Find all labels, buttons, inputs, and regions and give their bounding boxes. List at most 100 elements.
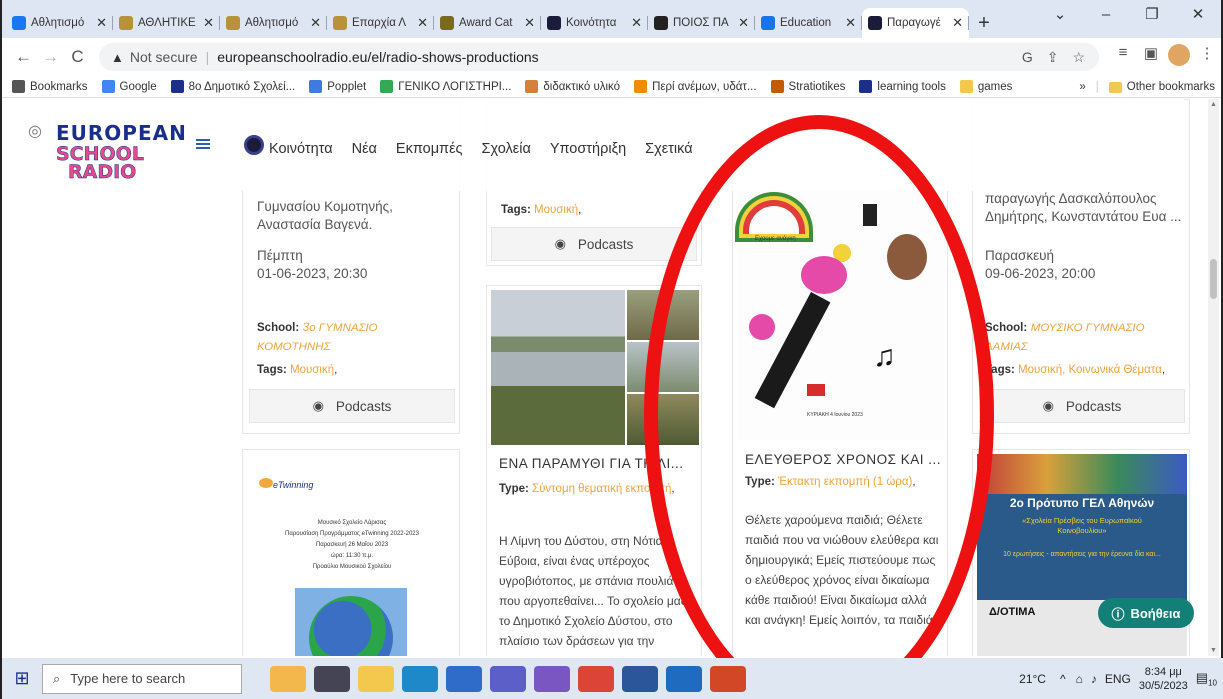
bookmark-item[interactable]: learning tools (859, 80, 946, 93)
screen: Αθλητισμό ✕ ΑΘΛΗΤΙΚΕ ✕ Αθλητισμό ✕ Επαρχία Λ ✕ A… (0, 0, 1223, 699)
bookmark-item[interactable]: Περί ανέμων, υδάτ... (634, 80, 757, 93)
accessibility-eye-off-icon[interactable]: ◎ (28, 121, 42, 141)
tab-close-icon[interactable]: ✕ (952, 15, 963, 31)
browser-tab[interactable]: ΑΘΛΗΤΙΚΕ ✕ (113, 8, 220, 38)
taskbar-search[interactable]: ⌕ Type here to search (42, 663, 242, 694)
tag-link[interactable]: Μουσική, Κοινωνικά Θέματα (1018, 364, 1162, 376)
word-icon[interactable] (622, 665, 658, 692)
bookmark-item[interactable]: games (959, 80, 1012, 93)
tab-favicon-icon (333, 16, 347, 30)
url-input[interactable]: ▲ Not secure | europeanschoolradio.eu/el… (99, 43, 1099, 71)
reload-icon[interactable]: C (64, 47, 91, 67)
url-text: europeanschoolradio.eu/el/radio-shows-pr… (217, 49, 539, 65)
show-card[interactable]: eTwinning Μουσικό Σχολείο Λάρισας Παρουσί… (242, 449, 460, 656)
search-placeholder: Type here to search (70, 671, 186, 686)
file-explorer-icon[interactable] (358, 665, 394, 692)
tab-close-icon[interactable]: ✕ (310, 15, 321, 31)
tab-search-icon[interactable]: ⌄ (1037, 0, 1083, 30)
site-logo[interactable]: EUROPEAN SCHOOL RADIO (56, 121, 186, 183)
scroll-up-icon[interactable]: ▲ (1208, 101, 1219, 108)
forward-icon[interactable]: → (37, 47, 64, 67)
volume-icon[interactable]: ♪ (1091, 672, 1097, 686)
teams-icon[interactable] (490, 665, 526, 692)
etwinning-mark (259, 478, 273, 488)
browser-tab[interactable]: Κοινότητα ✕ (541, 8, 648, 38)
tab-close-icon[interactable]: ✕ (203, 15, 214, 31)
lang-indicator[interactable]: ENG (1105, 672, 1131, 686)
page-scrollbar[interactable]: ▲ ▼ (1208, 99, 1219, 656)
podcasts-button[interactable]: ◉ Podcasts (249, 389, 455, 423)
new-tab-button[interactable]: + (969, 8, 999, 38)
viber-icon[interactable] (534, 665, 570, 692)
chrome-icon[interactable] (578, 665, 614, 692)
tag-link[interactable]: Μουσική (534, 204, 578, 216)
poster-title: 2ο Πρότυπο ΓΕΛ Αθηνών (1009, 496, 1155, 510)
edge-icon[interactable] (402, 665, 438, 692)
weather-temp[interactable]: 21°C (1019, 672, 1046, 686)
menu-icon[interactable]: ⋮ (1193, 44, 1221, 70)
browser-tab[interactable]: Education ✕ (755, 8, 862, 38)
site-nav-item[interactable]: Νέα (352, 141, 377, 157)
tab-close-icon[interactable]: ✕ (738, 15, 749, 31)
bookmark-item[interactable]: 8ο Δημοτικό Σχολεί... (170, 80, 295, 93)
greek-flag-icon[interactable] (196, 139, 210, 149)
tab-close-icon[interactable]: ✕ (417, 15, 428, 31)
bookmark-star-icon[interactable]: ☆ (1072, 49, 1085, 66)
google-lens-icon[interactable]: G (1022, 49, 1033, 65)
mail-icon[interactable] (446, 665, 482, 692)
browser-tab[interactable]: Επαρχία Λ ✕ (327, 8, 434, 38)
tag-link[interactable]: Μουσική (290, 364, 334, 376)
site-nav-item[interactable]: Υποστήριξη (550, 141, 626, 157)
site-nav-item[interactable]: Σχετικά (645, 141, 692, 157)
back-icon[interactable]: ← (10, 47, 37, 67)
network-icon[interactable]: ⌂ (1076, 672, 1083, 686)
restore-icon[interactable]: ❐ (1129, 0, 1175, 30)
browser-tab[interactable]: Award Cat ✕ (434, 8, 541, 38)
site-nav-item[interactable]: Κοινότητα (269, 141, 333, 157)
powerpoint-icon[interactable] (710, 665, 746, 692)
minimize-icon[interactable]: – (1083, 0, 1129, 30)
red-annotation-circle (644, 115, 994, 699)
tab-close-icon[interactable]: ✕ (845, 15, 856, 31)
browser-tab[interactable]: ΠΟΙΟΣ ΠΑ ✕ (648, 8, 755, 38)
clock[interactable]: 8:34 μμ 30/5/2023 (1139, 665, 1188, 693)
podcasts-button[interactable]: ◉ Podcasts (491, 227, 697, 261)
site-nav-item[interactable]: Εκπομπές (396, 141, 463, 157)
scroll-down-icon[interactable]: ▼ (1208, 647, 1219, 654)
bookmark-item[interactable]: Stratiotikes (770, 80, 845, 93)
bookmark-item[interactable]: διδακτικό υλικό (525, 80, 620, 93)
tab-close-icon[interactable]: ✕ (524, 15, 535, 31)
profile-avatar[interactable] (1165, 44, 1193, 70)
side-panel-icon[interactable]: ▣ (1137, 44, 1165, 70)
bookmark-label: Περί ανέμων, υδάτ... (652, 80, 757, 93)
bookmarks-more-icon[interactable]: » (1079, 81, 1085, 93)
bookmark-favicon-icon (380, 80, 394, 93)
browser-tab[interactable]: Αθλητισμό ✕ (220, 8, 327, 38)
browser-tab[interactable]: Αθλητισμό ✕ (6, 8, 113, 38)
photos-icon[interactable] (666, 665, 702, 692)
other-bookmarks[interactable]: Other bookmarks (1127, 81, 1215, 93)
tray-chevron-icon[interactable]: ^ (1060, 672, 1066, 686)
close-window-icon[interactable]: ✕ (1175, 0, 1221, 30)
windows-start-icon[interactable]: ⊞ (2, 668, 42, 689)
tab-favicon-icon (654, 16, 668, 30)
tab-title: Αθλητισμό (31, 17, 85, 29)
scroll-thumb[interactable] (1210, 259, 1217, 299)
tab-close-icon[interactable]: ✕ (96, 15, 107, 31)
task-view-icon[interactable] (314, 665, 350, 692)
site-nav-item[interactable]: Σχολεία (482, 141, 531, 157)
reading-list-icon[interactable]: ≡ (1109, 44, 1137, 70)
bookmark-item[interactable]: Popplet (309, 80, 366, 93)
bookmark-item[interactable]: Google (101, 80, 157, 93)
widget-icon[interactable] (270, 665, 306, 692)
share-icon[interactable]: ⇪ (1047, 49, 1059, 66)
bookmark-item[interactable]: Bookmarks (12, 80, 88, 93)
help-button[interactable]: ⓘ Βοήθεια (1098, 598, 1194, 628)
browser-tab[interactable]: Παραγωγέ ✕ (862, 8, 969, 38)
page-viewport: Γυμνασίου Κομοτηνής, Αναστασία Βαγενά. Π… (4, 99, 1213, 656)
warning-icon[interactable]: ▲ (111, 50, 124, 65)
podcasts-button[interactable]: ◉ Podcasts (979, 389, 1185, 423)
notifications-icon[interactable]: ▤10 (1196, 670, 1217, 688)
tab-close-icon[interactable]: ✕ (631, 15, 642, 31)
bookmark-item[interactable]: ΓΕΝΙΚΟ ΛΟΓΙΣΤΗΡΙ... (380, 80, 511, 93)
